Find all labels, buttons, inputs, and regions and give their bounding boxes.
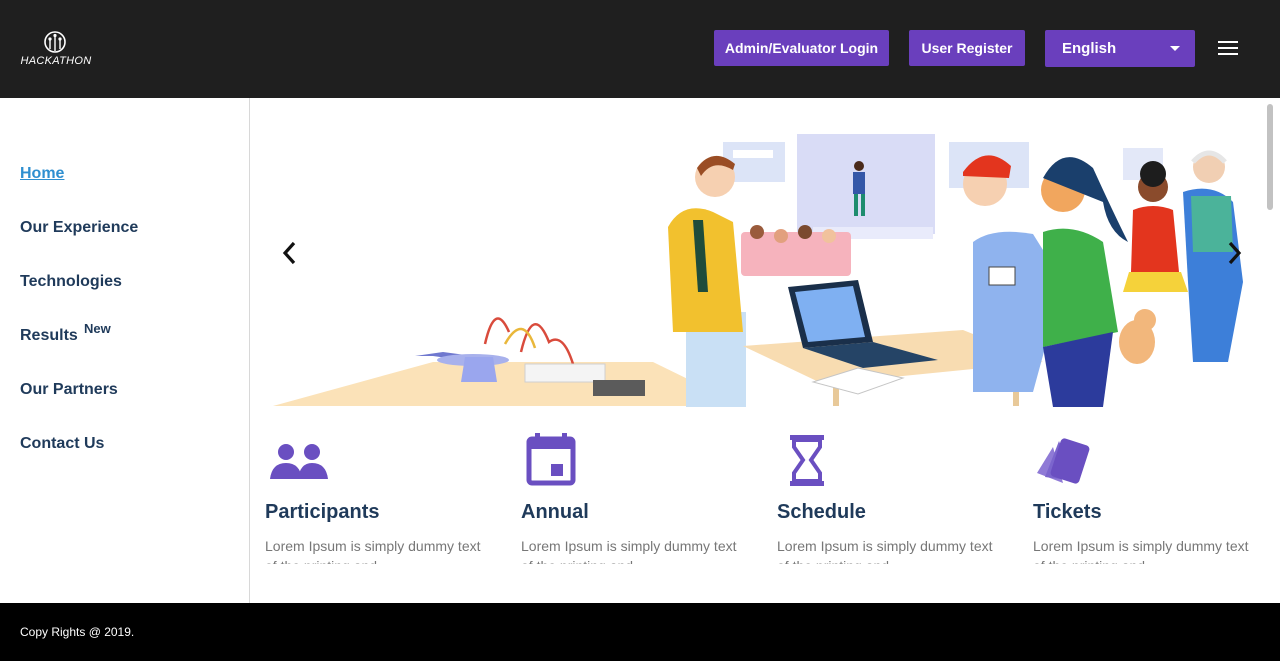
scrollbar-thumb[interactable]: [1267, 104, 1273, 210]
copyright-text: Copy Rights @ 2019.: [20, 625, 135, 639]
people-icon: [270, 444, 328, 479]
feature-description: Lorem Ipsum is simply dummy text of the …: [777, 538, 993, 564]
logo-text: HACKATHON: [20, 55, 92, 67]
feature-title: Schedule: [777, 501, 866, 523]
chevron-left-icon[interactable]: [279, 238, 299, 268]
sidebar-item-our-experience[interactable]: Our Experience: [20, 219, 138, 237]
feature-title: Annual: [521, 501, 589, 523]
calendar-icon: [526, 433, 576, 486]
chevron-right-icon[interactable]: [1225, 238, 1245, 268]
hamburger-icon[interactable]: [1218, 41, 1238, 55]
chevron-down-icon: [1170, 46, 1180, 51]
hero-illustration: [273, 134, 1243, 407]
main-content: Participants Lorem Ipsum is simply dummy…: [251, 98, 1267, 603]
feature-title: Participants: [265, 501, 380, 523]
feature-description: Lorem Ipsum is simply dummy text of the …: [521, 538, 737, 564]
logo-icon: [44, 31, 66, 53]
language-select-value: English: [1062, 40, 1117, 57]
new-badge: New: [84, 321, 111, 336]
sidebar-item-home[interactable]: Home: [20, 165, 64, 183]
footer: Copy Rights @ 2019.: [0, 603, 1280, 661]
language-select[interactable]: English: [1045, 30, 1195, 67]
top-header: HACKATHON Admin/Evaluator Login User Reg…: [0, 0, 1280, 98]
logo[interactable]: HACKATHON: [17, 30, 97, 70]
sidebar-item-our-partners[interactable]: Our Partners: [20, 381, 118, 399]
feature-description: Lorem Ipsum is simply dummy text of the …: [1033, 538, 1249, 564]
feature-description: Lorem Ipsum is simply dummy text of the …: [265, 538, 481, 564]
sidebar-item-contact-us[interactable]: Contact Us: [20, 435, 104, 453]
sidebar-item-technologies[interactable]: Technologies: [20, 273, 122, 291]
tickets-icon: [1037, 438, 1090, 484]
sidebar: Home Our Experience Technologies Results…: [0, 98, 250, 603]
sidebar-item-results[interactable]: Results: [20, 327, 78, 345]
hourglass-icon: [790, 435, 824, 486]
feature-title: Tickets: [1033, 501, 1102, 523]
admin-evaluator-login-button[interactable]: Admin/Evaluator Login: [714, 30, 889, 66]
user-register-button[interactable]: User Register: [909, 30, 1025, 66]
